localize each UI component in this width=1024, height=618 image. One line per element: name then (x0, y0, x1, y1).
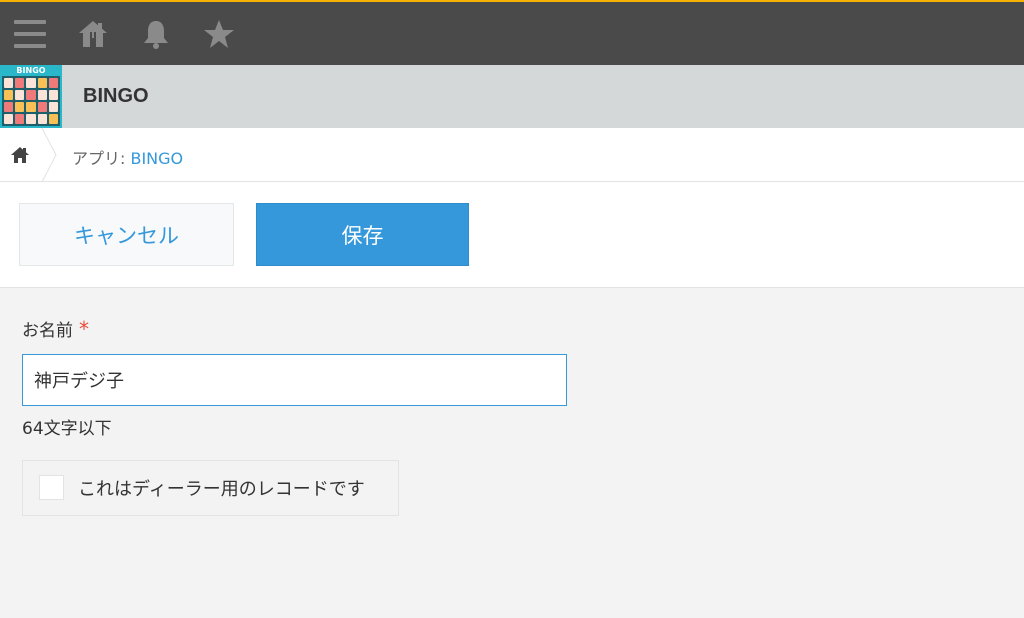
name-input[interactable] (22, 354, 567, 406)
action-bar: キャンセル 保存 (0, 182, 1024, 288)
star-icon[interactable] (202, 17, 236, 51)
name-length-hint: 64文字以下 (22, 419, 112, 439)
cancel-button[interactable]: キャンセル (19, 203, 234, 266)
dealer-checkbox-field[interactable]: これはディーラー用のレコードです (22, 460, 399, 516)
app-header: BINGO BINGO (0, 65, 1024, 128)
dealer-checkbox[interactable] (39, 475, 64, 500)
breadcrumb-separator-icon (41, 128, 57, 182)
name-label-text: お名前 (22, 321, 73, 341)
home-icon[interactable] (76, 17, 110, 51)
bell-icon[interactable] (139, 17, 173, 51)
breadcrumb-app-link[interactable]: BINGO (130, 149, 183, 168)
app-logo-title: BINGO (16, 66, 46, 75)
save-button[interactable]: 保存 (256, 203, 469, 266)
bingo-card-icon (2, 76, 60, 126)
menu-icon[interactable] (13, 17, 47, 51)
breadcrumb-path: アプリ: BINGO (72, 145, 183, 169)
record-form: お名前 * 64文字以下 これはディーラー用のレコードです (0, 288, 1024, 618)
breadcrumb-home-icon[interactable] (9, 145, 31, 165)
breadcrumb: アプリ: BINGO (0, 128, 1024, 182)
required-mark: * (79, 317, 89, 341)
dealer-checkbox-label[interactable]: これはディーラー用のレコードです (78, 475, 365, 501)
app-logo[interactable]: BINGO (0, 65, 62, 128)
app-title: BINGO (83, 85, 149, 107)
global-header (0, 0, 1024, 65)
name-field-label: お名前 * (22, 316, 89, 341)
breadcrumb-prefix: アプリ: (72, 149, 131, 168)
